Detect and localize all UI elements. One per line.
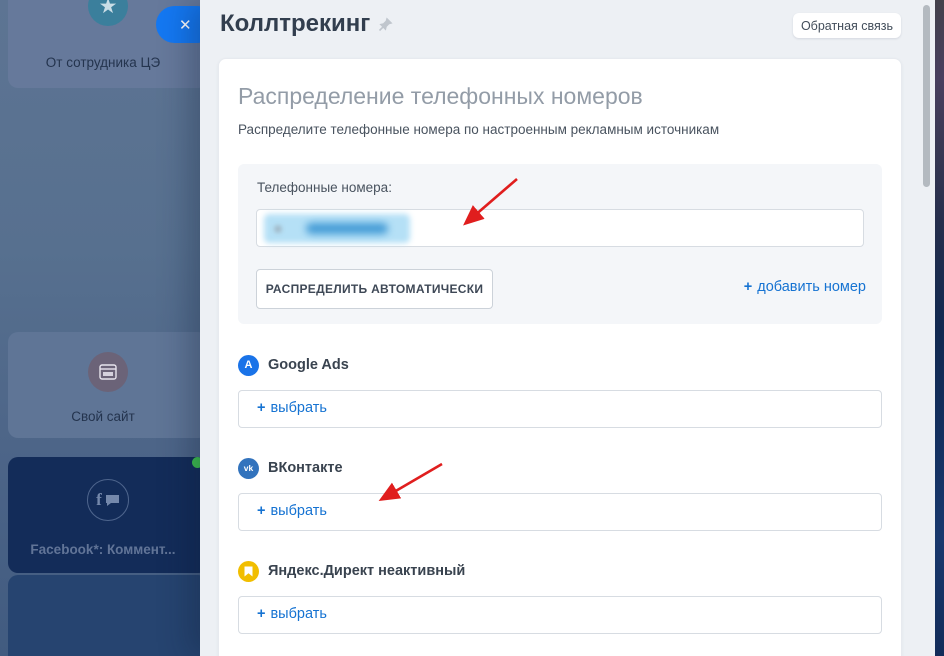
plus-icon: + — [744, 279, 752, 295]
section-subtitle: Распределите телефонные номера по настро… — [238, 122, 719, 137]
sidebar-card-facebook-comments[interactable]: f Facebook*: Коммент... — [8, 457, 208, 573]
plus-icon: + — [257, 606, 265, 622]
close-icon: ✕ — [179, 16, 192, 34]
page-title: Коллтрекинг — [220, 10, 370, 38]
yandex-direct-icon — [238, 561, 259, 582]
phone-number-chip-blurred[interactable] — [264, 214, 410, 243]
app-window: ★ От сотрудника ЦЭ Свой сайт f — [0, 0, 944, 656]
select-numbers-vk[interactable]: +выбрать — [238, 493, 882, 531]
phone-numbers-label: Телефонные номера: — [257, 180, 392, 195]
website-icon — [88, 352, 128, 392]
background-page-strip — [935, 0, 944, 656]
select-numbers-yandex[interactable]: +выбрать — [238, 596, 882, 634]
sidebar-card-label: От сотрудника ЦЭ — [8, 55, 198, 70]
source-row-vkontakte: vk ВКонтакте +выбрать — [238, 457, 882, 479]
source-name: ВКонтакте — [268, 460, 343, 476]
select-numbers-google[interactable]: +выбрать — [238, 390, 882, 428]
sidebar-card-label: Facebook*: Коммент... — [8, 542, 198, 557]
vk-icon: vk — [238, 458, 259, 479]
section-title: Распределение телефонных номеров — [238, 83, 643, 110]
star-icon: ★ — [88, 0, 128, 26]
sidebar-card-partial[interactable] — [8, 575, 208, 656]
select-link[interactable]: +выбрать — [257, 503, 327, 519]
distribute-automatically-button[interactable]: РАСПРЕДЕЛИТЬ АВТОМАТИЧЕСКИ — [256, 269, 493, 309]
distribution-card: Распределение телефонных номеров Распред… — [218, 58, 902, 656]
source-row-google-ads: A Google Ads +выбрать — [238, 354, 882, 376]
source-row-yandex-direct: Яндекс.Директ неактивный +выбрать — [238, 560, 882, 582]
phone-numbers-box: Телефонные номера: РАСПРЕДЕЛИТЬ АВТОМАТИ… — [238, 164, 882, 324]
select-link[interactable]: +выбрать — [257, 606, 327, 622]
pin-icon[interactable] — [378, 17, 393, 37]
add-number-link[interactable]: +добавить номер — [744, 279, 866, 295]
calltracking-panel: Коллтрекинг Обратная связь Распределение… — [200, 0, 935, 656]
speech-bubble-icon — [105, 494, 120, 507]
facebook-comments-icon: f — [87, 479, 129, 521]
scrollbar-thumb[interactable] — [923, 5, 930, 187]
plus-icon: + — [257, 400, 265, 416]
google-ads-icon: A — [238, 355, 259, 376]
sidebar-card-label: Свой сайт — [8, 409, 198, 424]
phone-numbers-input[interactable] — [256, 209, 864, 247]
source-name: Google Ads — [268, 357, 349, 373]
plus-icon: + — [257, 503, 265, 519]
sidebar-card-own-site[interactable]: Свой сайт — [8, 332, 208, 438]
chip-remove-icon — [274, 225, 282, 233]
feedback-button[interactable]: Обратная связь — [793, 13, 901, 38]
select-link[interactable]: +выбрать — [257, 400, 327, 416]
sources-sidebar: ★ От сотрудника ЦЭ Свой сайт f — [0, 0, 210, 656]
source-name: Яндекс.Директ неактивный — [268, 563, 465, 579]
